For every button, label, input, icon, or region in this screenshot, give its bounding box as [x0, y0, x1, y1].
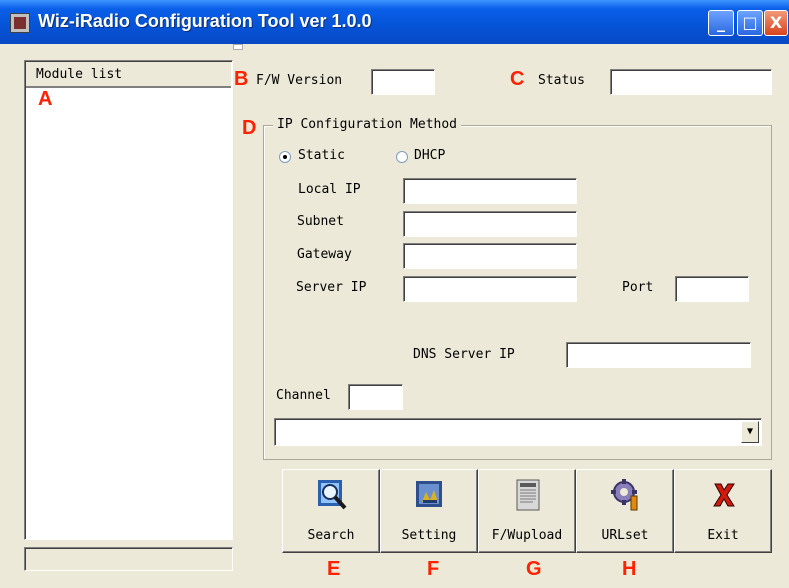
- dhcp-radio[interactable]: [396, 151, 408, 163]
- static-radio[interactable]: [279, 151, 291, 163]
- window-title: Wiz-iRadio Configuration Tool ver 1.0.0: [38, 11, 372, 31]
- port-field[interactable]: [675, 276, 749, 302]
- urlset-button-label: URLset: [601, 528, 649, 543]
- exit-icon: [713, 483, 735, 507]
- static-label[interactable]: Static: [298, 148, 345, 163]
- dns-server-ip-label: DNS Server IP: [413, 347, 515, 362]
- chevron-down-icon[interactable]: ▼: [741, 421, 759, 443]
- fw-upload-button[interactable]: F/Wupload: [478, 469, 576, 553]
- server-ip-label: Server IP: [296, 280, 367, 295]
- search-icon: [318, 480, 347, 510]
- fw-version-field[interactable]: [371, 69, 435, 95]
- marker-c: C: [510, 68, 525, 90]
- exit-button-label: Exit: [707, 528, 739, 543]
- progress-bar: [24, 547, 233, 571]
- gear-icon: [611, 479, 638, 511]
- channel-field[interactable]: [348, 384, 403, 410]
- channel-label: Channel: [276, 388, 331, 403]
- channel-dropdown[interactable]: ▼: [274, 418, 762, 446]
- status-label: Status: [538, 73, 585, 88]
- urlset-button[interactable]: URLset: [576, 469, 674, 553]
- maximize-button[interactable]: □: [737, 10, 763, 36]
- exit-button[interactable]: Exit: [674, 469, 772, 553]
- setting-button-label: Setting: [401, 528, 457, 543]
- app-icon: [10, 13, 30, 33]
- marker-g: G: [526, 558, 542, 580]
- title-bar[interactable]: Wiz-iRadio Configuration Tool ver 1.0.0 …: [0, 0, 789, 44]
- close-button[interactable]: X: [764, 10, 788, 36]
- ip-config-legend: IP Configuration Method: [273, 117, 462, 132]
- marker-e: E: [327, 558, 341, 580]
- marker-f: F: [427, 558, 440, 580]
- subnet-label: Subnet: [297, 214, 344, 229]
- search-button[interactable]: Search: [282, 469, 380, 553]
- server-ip-field[interactable]: [403, 276, 577, 302]
- marker-h: H: [622, 558, 637, 580]
- setting-button[interactable]: Setting: [380, 469, 478, 553]
- subnet-field[interactable]: [403, 211, 577, 237]
- local-ip-label: Local IP: [298, 182, 361, 197]
- status-field[interactable]: [610, 69, 772, 95]
- port-label: Port: [622, 280, 654, 295]
- setting-icon: [416, 481, 442, 507]
- module-list-header-label: Module list: [36, 67, 123, 82]
- marker-a: A: [38, 88, 53, 110]
- main-window: Wiz-iRadio Configuration Tool ver 1.0.0 …: [0, 0, 789, 588]
- fw-version-label: F/W Version: [256, 73, 343, 88]
- fw-upload-button-label: F/Wupload: [491, 528, 563, 543]
- module-list-header[interactable]: Module list: [26, 62, 231, 88]
- dhcp-label[interactable]: DHCP: [414, 148, 445, 163]
- module-list[interactable]: Module list: [24, 60, 233, 540]
- search-button-label: Search: [307, 528, 355, 543]
- toolbar: Search Setting F/Wupload URLset Exit: [282, 469, 772, 553]
- marker-b: B: [234, 68, 249, 90]
- minimize-button[interactable]: _: [708, 10, 734, 36]
- splitter-grip[interactable]: [233, 44, 243, 50]
- local-ip-field[interactable]: [403, 178, 577, 204]
- marker-d: D: [242, 117, 257, 139]
- gateway-field[interactable]: [403, 243, 577, 269]
- gateway-label: Gateway: [297, 247, 352, 262]
- document-icon: [516, 479, 540, 511]
- dns-server-ip-field[interactable]: [566, 342, 751, 368]
